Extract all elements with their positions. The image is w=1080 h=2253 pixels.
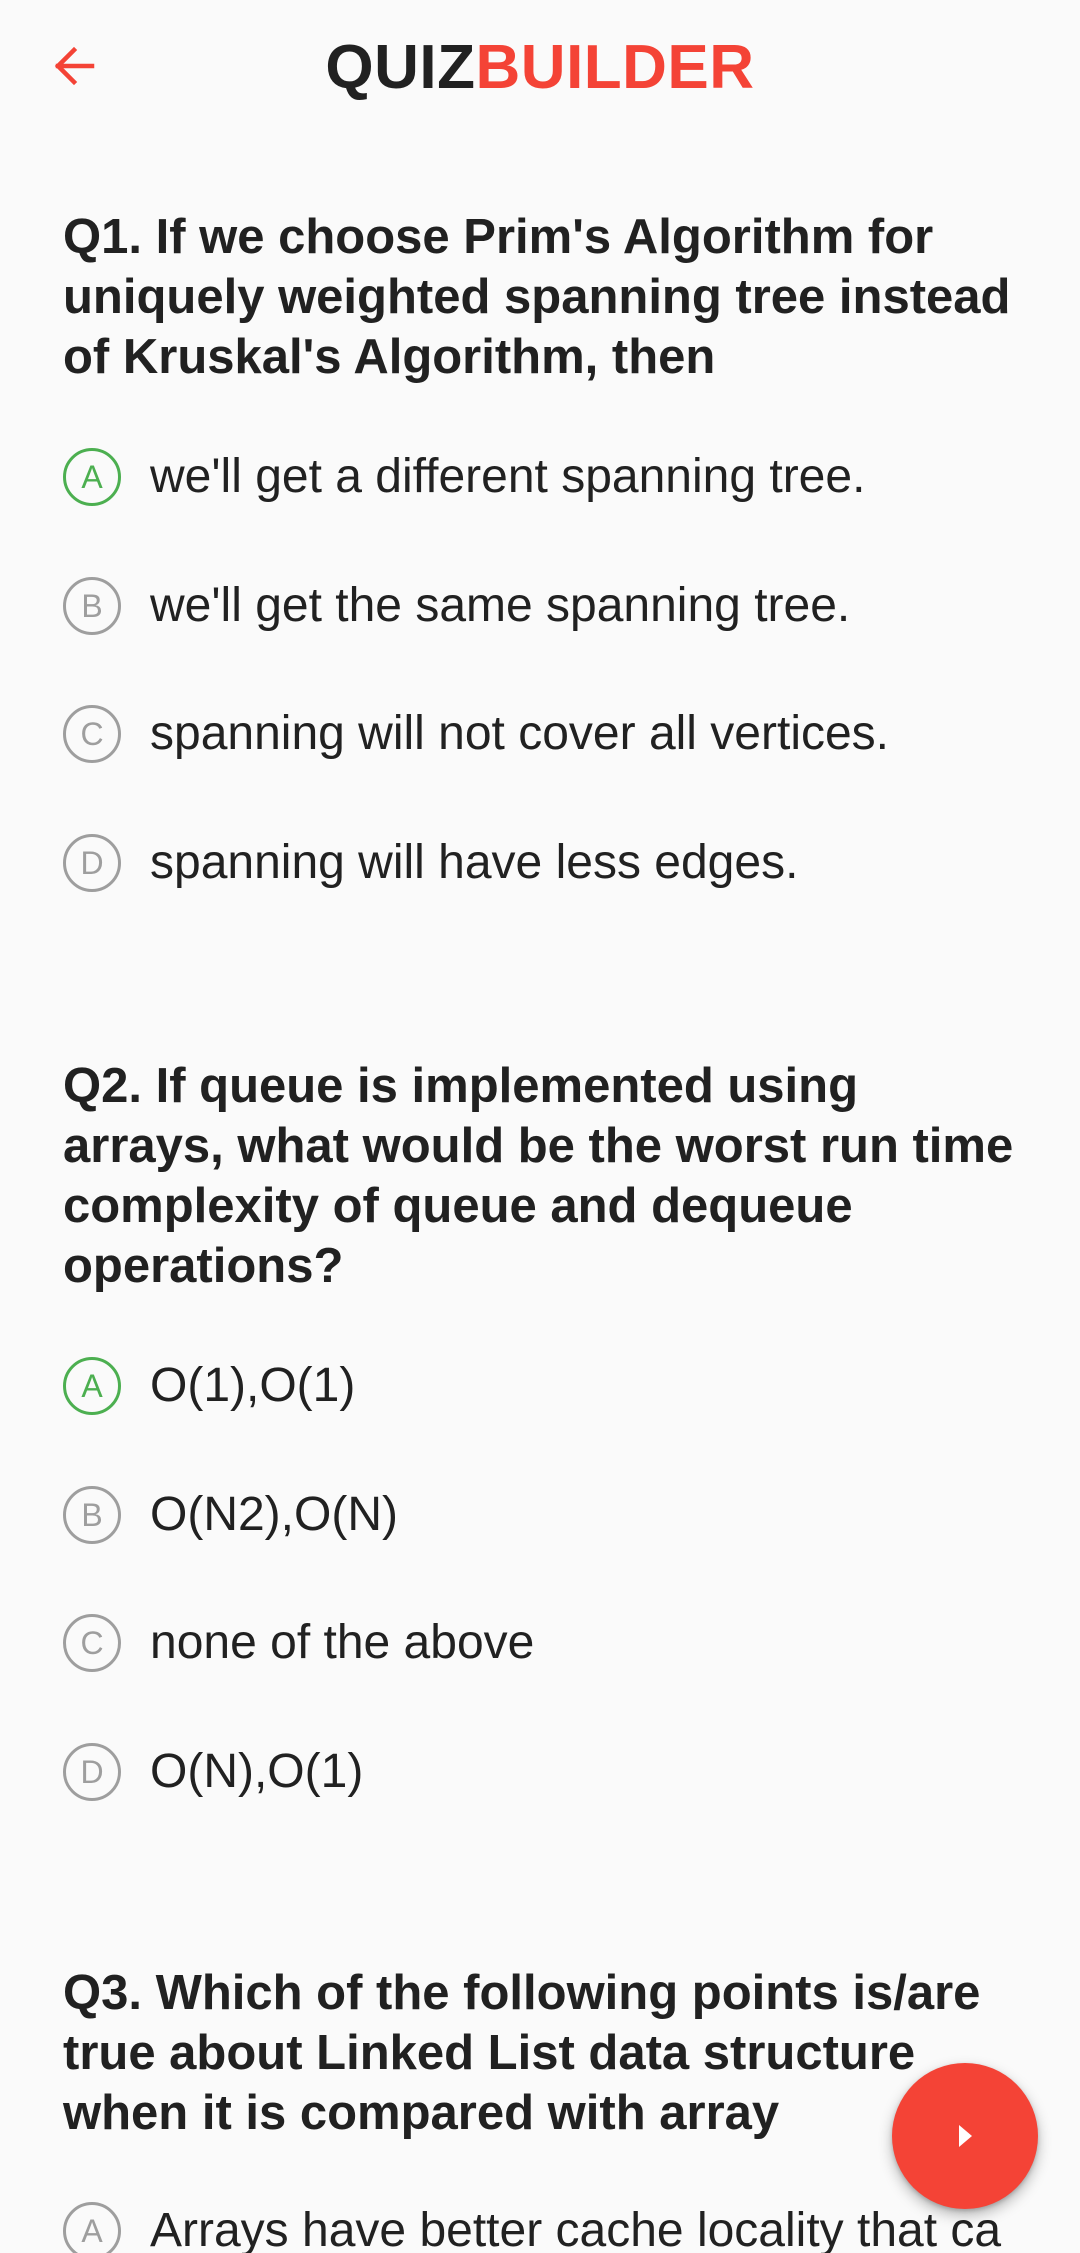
- option-text: Arrays have better cache locality that c…: [150, 2204, 1002, 2253]
- option-letter-badge: D: [63, 1743, 121, 1801]
- question-2: Q2. If queue is implemented using arrays…: [63, 1056, 1023, 1296]
- option-d[interactable]: D spanning will have less edges.: [63, 828, 798, 898]
- option-text: O(N2),O(N): [150, 1488, 398, 1541]
- option-d[interactable]: D O(N),O(1): [63, 1737, 363, 1807]
- next-fab-button[interactable]: [892, 2063, 1038, 2209]
- option-text: spanning will not cover all vertices.: [150, 707, 890, 760]
- option-c[interactable]: C spanning will not cover all vertices.: [63, 699, 889, 769]
- option-letter-badge: C: [63, 1614, 121, 1672]
- option-c[interactable]: C none of the above: [63, 1608, 534, 1678]
- option-letter-badge: B: [63, 577, 121, 635]
- play-arrow-icon: [959, 2125, 972, 2147]
- option-letter-badge: A: [63, 448, 121, 506]
- quiz-screen: QUIZBUILDER Q1. If we choose Prim's Algo…: [0, 0, 1080, 2253]
- option-text: O(N),O(1): [150, 1745, 364, 1798]
- option-letter-badge: D: [63, 834, 121, 892]
- option-b[interactable]: B we'll get the same spanning tree.: [63, 571, 850, 641]
- option-text: none of the above: [150, 1616, 535, 1669]
- app-title-builder: BUILDER: [475, 33, 755, 102]
- option-b[interactable]: B O(N2),O(N): [63, 1480, 398, 1550]
- app-header: QUIZBUILDER: [0, 0, 1080, 140]
- option-text: O(1),O(1): [150, 1359, 356, 1412]
- question-3: Q3. Which of the following points is/are…: [63, 1963, 1023, 2143]
- question-text: Q2. If queue is implemented using arrays…: [63, 1059, 1014, 1293]
- option-letter-badge: B: [63, 1486, 121, 1544]
- question-text: Q3. Which of the following points is/are…: [63, 1966, 981, 2140]
- option-letter-badge: A: [63, 1357, 121, 1415]
- option-text: we'll get a different spanning tree.: [150, 450, 866, 503]
- option-a[interactable]: A Arrays have better cache locality that…: [63, 2196, 1001, 2253]
- question-1: Q1. If we choose Prim's Algorithm for un…: [63, 207, 1023, 387]
- option-text: spanning will have less edges.: [150, 836, 799, 889]
- option-text: we'll get the same spanning tree.: [150, 579, 851, 632]
- app-title-quiz: QUIZ: [325, 33, 476, 102]
- option-a[interactable]: A O(1),O(1): [63, 1351, 355, 1421]
- option-letter-badge: C: [63, 705, 121, 763]
- option-a[interactable]: A we'll get a different spanning tree.: [63, 442, 865, 512]
- app-title: QUIZBUILDER: [0, 32, 1080, 104]
- option-letter-badge: A: [63, 2202, 121, 2253]
- question-text: Q1. If we choose Prim's Algorithm for un…: [63, 210, 1011, 384]
